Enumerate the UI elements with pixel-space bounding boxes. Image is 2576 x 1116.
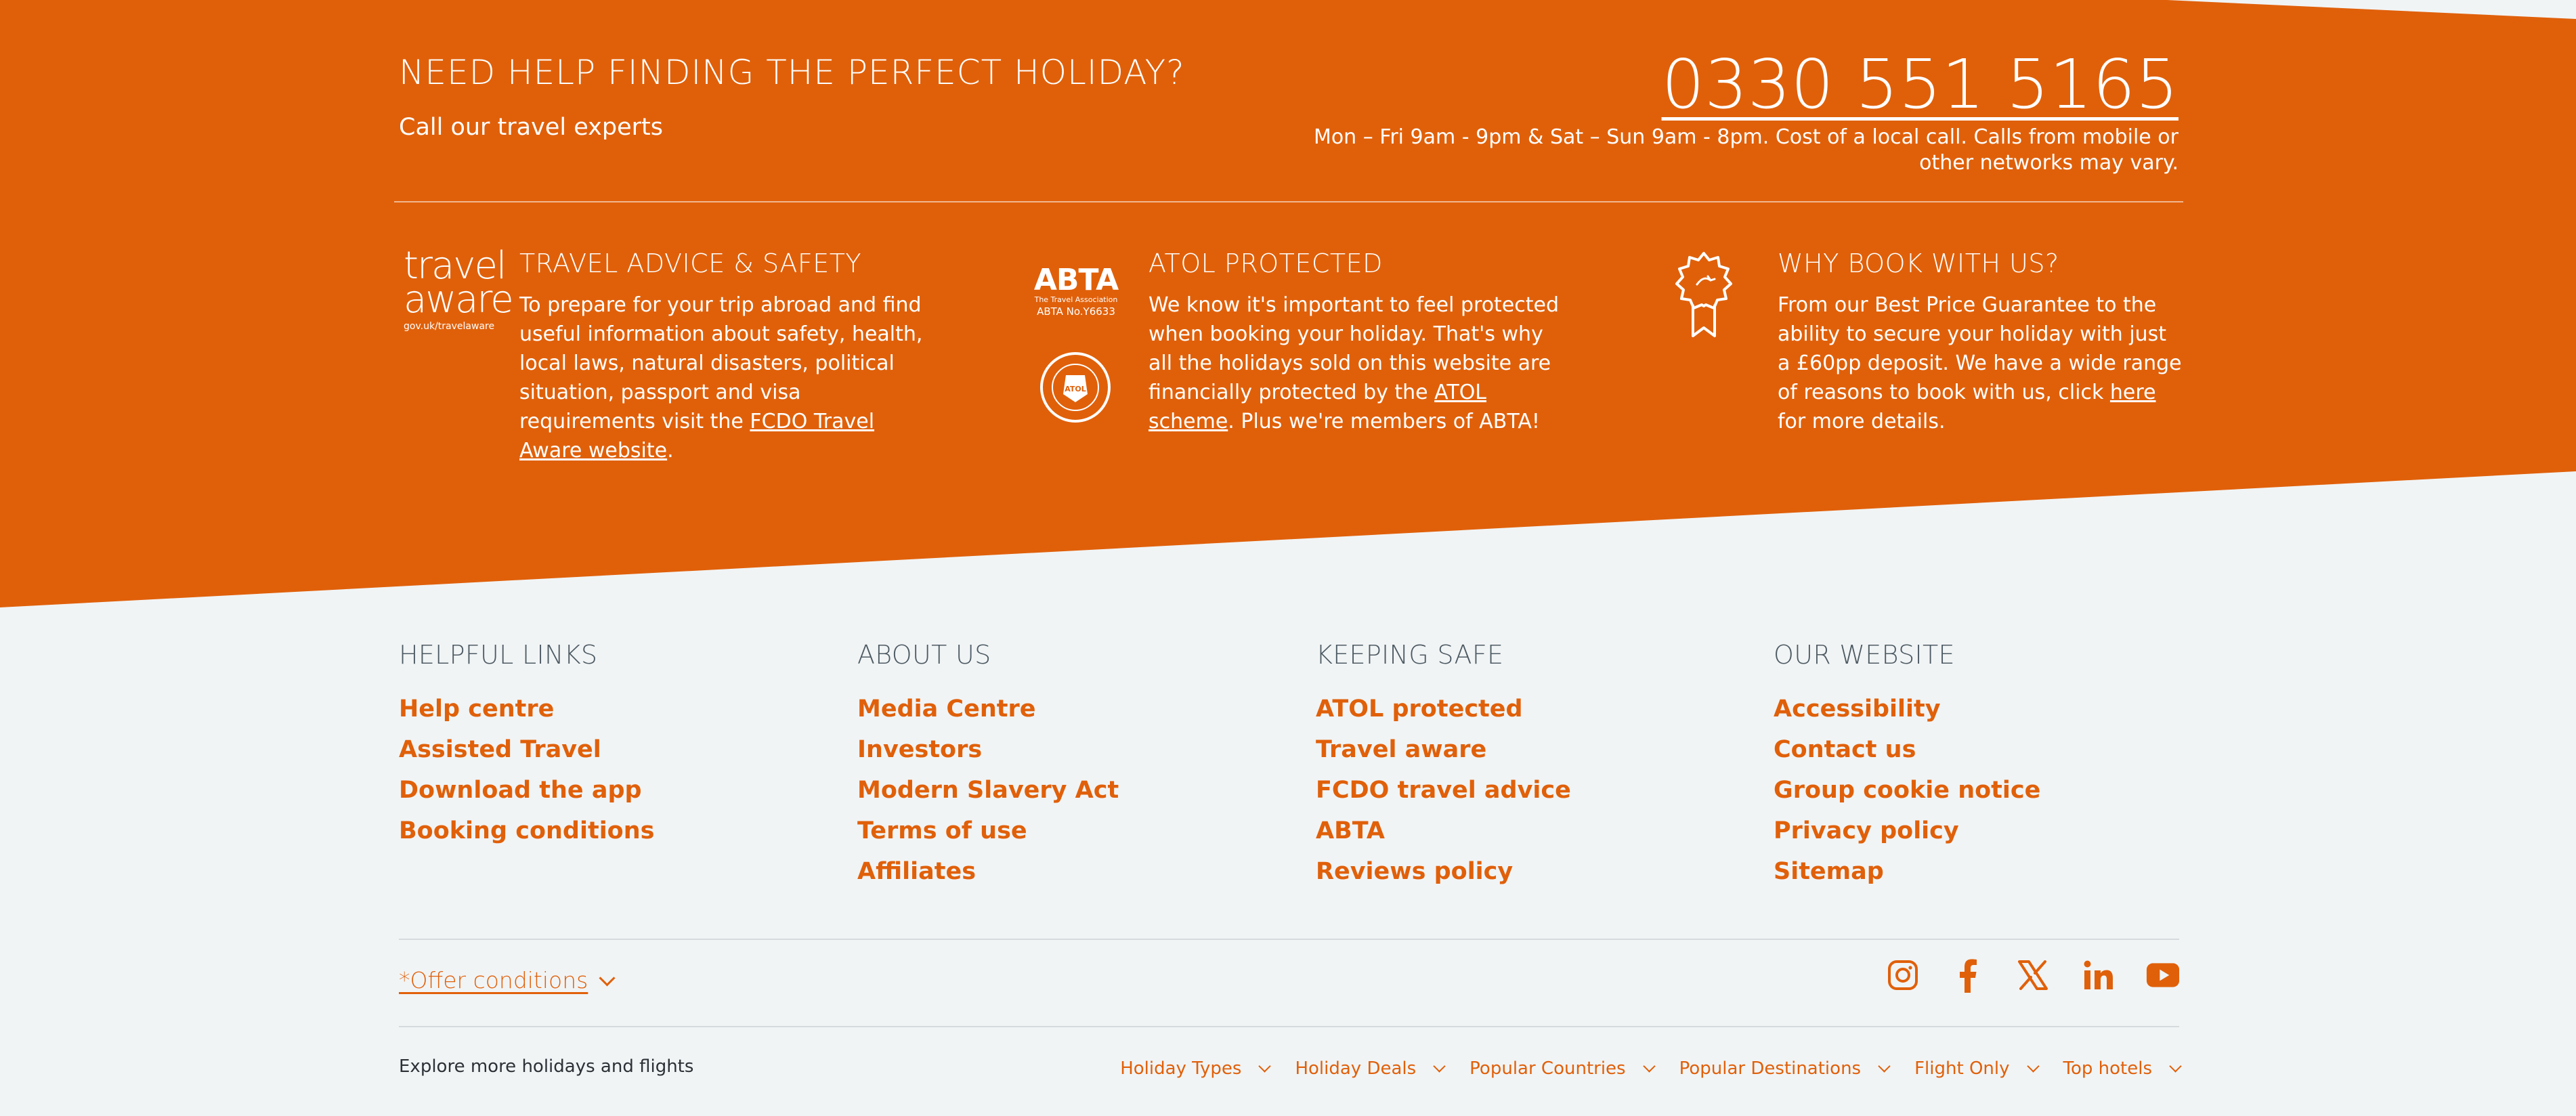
- travel-aware-logo[interactable]: travel aware gov.uk/travelaware: [404, 247, 514, 332]
- footer-link[interactable]: Media Centre: [857, 689, 1264, 729]
- why-book-block: WHY BOOK WITH US? From our Best Price Gu…: [1778, 249, 2184, 436]
- footer-link[interactable]: Accessibility: [1774, 689, 2180, 729]
- x-icon[interactable]: [2016, 958, 2050, 992]
- linkedin-icon[interactable]: [2081, 958, 2115, 992]
- explore-menu-holiday-types[interactable]: Holiday Types: [1120, 1058, 1272, 1079]
- offer-conditions-label: *Offer conditions: [399, 967, 588, 993]
- abta-logo-text: ABTA: [1033, 263, 1119, 297]
- atol-block: ATOL PROTECTED We know it's important to…: [1149, 249, 1562, 436]
- divider: [399, 1026, 2179, 1027]
- divider: [399, 939, 2179, 940]
- chevron-down-icon: [1433, 1059, 1446, 1073]
- why-book-text: From our Best Price Guarantee to the abi…: [1778, 293, 2182, 433]
- chevron-down-icon: [2169, 1059, 2182, 1073]
- explore-menu-top-hotels[interactable]: Top hotels: [2063, 1058, 2182, 1079]
- help-subtitle: Call our travel experts: [399, 114, 663, 141]
- offer-conditions-toggle[interactable]: *Offer conditions: [399, 967, 616, 993]
- atol-title: ATOL PROTECTED: [1149, 249, 1383, 278]
- column-heading: OUR WEBSITE: [1774, 640, 1955, 670]
- opening-hours: Mon – Fri 9am - 9pm & Sat – Sun 9am - 8p…: [1313, 125, 2178, 175]
- why-book-title: WHY BOOK WITH US?: [1778, 249, 2059, 278]
- phone-number-link[interactable]: 0330 551 5165: [1662, 45, 2178, 124]
- abta-tagline: The Travel Association: [1034, 295, 1118, 304]
- svg-text:ATOL: ATOL: [1065, 385, 1086, 393]
- footer-link[interactable]: Contact us: [1774, 729, 2180, 770]
- column-heading: ABOUT US: [857, 640, 991, 670]
- chevron-down-icon: [2026, 1059, 2040, 1073]
- travel-advice-title: TRAVEL ADVICE & SAFETY: [519, 249, 862, 278]
- atol-protected-logo: ATOL: [1040, 352, 1111, 423]
- divider: [394, 201, 2183, 202]
- explore-label: Explore more holidays and flights: [399, 1056, 694, 1077]
- chevron-down-icon: [1642, 1059, 1656, 1073]
- footer-link[interactable]: Investors: [857, 729, 1264, 770]
- travel-advice-block: TRAVEL ADVICE & SAFETY To prepare for yo…: [519, 249, 926, 465]
- footer-link[interactable]: Download the app: [399, 770, 805, 811]
- chevron-down-icon: [1258, 1059, 1272, 1073]
- footer-column-about-us: ABOUT US Media Centre Investors Modern S…: [857, 640, 1264, 892]
- explore-menu-flight-only[interactable]: Flight Only: [1914, 1058, 2040, 1079]
- abta-number: ABTA No.Y6633: [1037, 305, 1115, 318]
- footer-column-our-website: OUR WEBSITE Accessibility Contact us Gro…: [1774, 640, 2180, 892]
- footer-link[interactable]: Modern Slavery Act: [857, 770, 1264, 811]
- help-title: NEED HELP FINDING THE PERFECT HOLIDAY?: [399, 53, 1185, 92]
- award-rosette-icon: [1675, 252, 1732, 337]
- social-links: [1886, 958, 2180, 993]
- footer-link[interactable]: ABTA: [1316, 811, 1722, 851]
- youtube-icon[interactable]: [2146, 958, 2180, 992]
- footer-link[interactable]: Privacy policy: [1774, 811, 2180, 851]
- abta-logo: ABTA The Travel Association ABTA No.Y663…: [1029, 265, 1123, 318]
- footer-link[interactable]: FCDO travel advice: [1316, 770, 1722, 811]
- footer-link[interactable]: Sitemap: [1774, 851, 2180, 892]
- column-heading: HELPFUL LINKS: [399, 640, 598, 670]
- footer-link[interactable]: Terms of use: [857, 811, 1264, 851]
- footer-link[interactable]: Assisted Travel: [399, 729, 805, 770]
- chevron-down-icon: [599, 970, 616, 987]
- facebook-icon[interactable]: [1951, 958, 1985, 993]
- footer-link[interactable]: Help centre: [399, 689, 805, 729]
- footer-link[interactable]: Affiliates: [857, 851, 1264, 892]
- explore-menu-popular-destinations[interactable]: Popular Destinations: [1679, 1058, 1891, 1079]
- explore-menus: Holiday Types Holiday Deals Popular Coun…: [1120, 1058, 2182, 1079]
- footer-link[interactable]: Booking conditions: [399, 811, 805, 851]
- logo-url: gov.uk/travelaware: [404, 321, 495, 332]
- footer-column-keeping-safe: KEEPING SAFE ATOL protected Travel aware…: [1316, 640, 1722, 892]
- travel-advice-text: To prepare for your trip abroad and find…: [519, 293, 923, 463]
- footer-link[interactable]: Group cookie notice: [1774, 770, 2180, 811]
- atol-text: We know it's important to feel protected…: [1149, 293, 1560, 433]
- footer-link[interactable]: ATOL protected: [1316, 689, 1722, 729]
- footer-column-helpful-links: HELPFUL LINKS Help centre Assisted Trave…: [399, 640, 805, 851]
- footer-link[interactable]: Travel aware: [1316, 729, 1722, 770]
- column-heading: KEEPING SAFE: [1316, 640, 1504, 670]
- explore-menu-popular-countries[interactable]: Popular Countries: [1469, 1058, 1656, 1079]
- instagram-icon[interactable]: [1886, 958, 1920, 992]
- logo-word-aware: aware: [404, 278, 514, 322]
- explore-menu-holiday-deals[interactable]: Holiday Deals: [1295, 1058, 1446, 1079]
- footer-link[interactable]: Reviews policy: [1316, 851, 1722, 892]
- why-book-here-link[interactable]: here: [2110, 381, 2156, 404]
- chevron-down-icon: [1878, 1059, 1891, 1073]
